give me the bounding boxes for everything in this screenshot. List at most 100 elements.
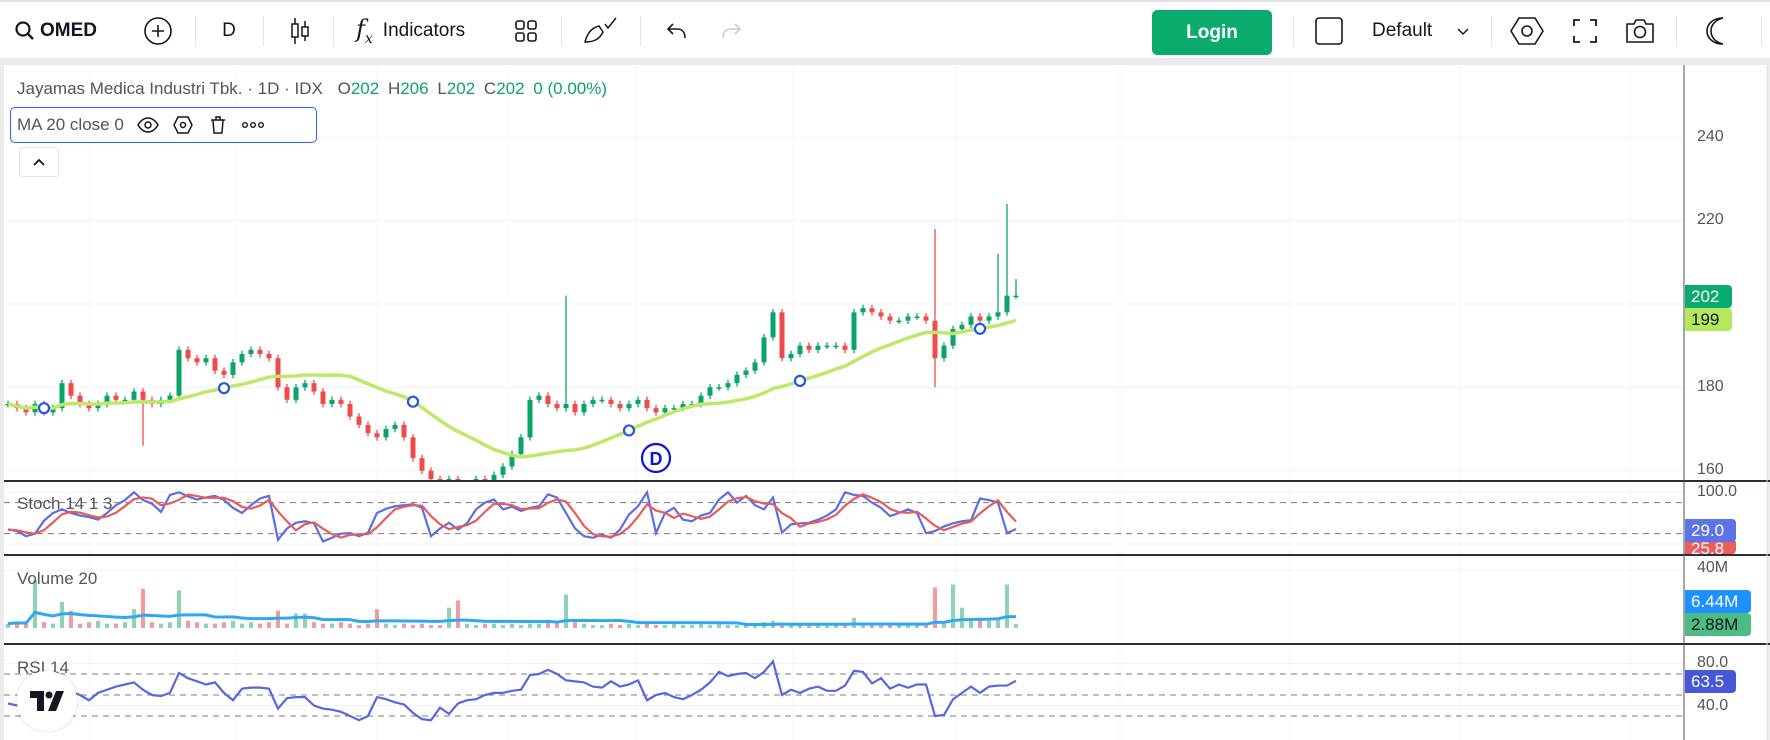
- candle: [410, 434, 416, 462]
- volume-bar: [240, 623, 244, 628]
- volume-bar: [618, 625, 622, 628]
- candle-body: [815, 345, 821, 350]
- candle: [815, 342, 821, 354]
- candle-body: [770, 312, 776, 338]
- volume-bar: [609, 623, 613, 628]
- candle: [725, 379, 731, 391]
- volume-bar: [150, 622, 154, 628]
- volume-bar: [348, 623, 352, 628]
- volume-bar: [213, 623, 217, 628]
- volume-bar: [51, 623, 55, 628]
- candle-body: [185, 349, 191, 359]
- candle-body: [959, 324, 965, 330]
- candle: [842, 342, 848, 354]
- candle: [779, 309, 785, 362]
- candle: [383, 425, 389, 441]
- candle: [554, 400, 560, 412]
- candle: [1013, 278, 1019, 299]
- candle: [743, 367, 749, 379]
- candle-body: [374, 433, 380, 438]
- candle: [806, 342, 812, 354]
- candle: [608, 396, 614, 408]
- eye-icon[interactable]: [136, 114, 159, 136]
- candle: [338, 396, 344, 408]
- candle-body: [806, 345, 812, 350]
- high-value: 206: [400, 79, 429, 98]
- candle: [734, 371, 740, 387]
- ma-label: MA 20 close 0: [17, 115, 124, 134]
- candle-body: [365, 424, 371, 434]
- volume-bar: [960, 607, 964, 628]
- open-value: 202: [350, 79, 380, 98]
- candle-body: [140, 391, 146, 400]
- candle: [644, 396, 650, 412]
- event-marker-icon: [37, 402, 51, 415]
- candle-body: [203, 358, 209, 363]
- candle-body: [500, 466, 506, 475]
- candle: [455, 475, 461, 480]
- rsi-badge: 63.5: [1685, 670, 1736, 693]
- volume-bar: [249, 622, 253, 628]
- candle-body: [716, 387, 722, 389]
- ma-value-badge: 199: [1685, 308, 1732, 331]
- candle: [590, 396, 596, 408]
- candle: [833, 342, 839, 350]
- candle-body: [914, 316, 920, 319]
- candle: [356, 413, 362, 429]
- candle-body: [833, 345, 839, 348]
- candle: [914, 313, 920, 320]
- candle-body: [995, 312, 1001, 317]
- candle: [905, 313, 911, 325]
- volume-bar: [42, 622, 46, 628]
- ma-indicator-legend[interactable]: MA 20 close 0: [10, 107, 317, 143]
- volume-bar: [555, 623, 559, 628]
- volume-bar: [177, 590, 181, 628]
- legend-interval: 1D: [257, 79, 280, 98]
- volume-badge: 2.88M: [1685, 613, 1751, 636]
- volume-bar: [204, 623, 208, 628]
- candles: [5, 203, 1019, 480]
- candle-body: [905, 316, 911, 321]
- settings-icon[interactable]: [172, 114, 194, 136]
- volume-bar: [888, 625, 892, 628]
- volume-bar: [654, 625, 658, 628]
- candle-body: [824, 345, 830, 348]
- candle-body: [671, 408, 677, 410]
- candle: [302, 379, 308, 391]
- candle-body: [752, 362, 758, 371]
- candle-body: [257, 349, 263, 355]
- candle-body: [338, 399, 344, 405]
- volume-bar: [447, 607, 451, 628]
- trash-icon[interactable]: [207, 114, 229, 136]
- candle-body: [941, 345, 947, 359]
- candle-body: [977, 316, 983, 321]
- candle: [248, 346, 254, 358]
- tradingview-logo[interactable]: [17, 671, 77, 731]
- close-label: C: [483, 79, 497, 98]
- volume-bar: [132, 609, 136, 628]
- candle: [311, 379, 317, 395]
- candle: [347, 400, 353, 420]
- candle: [203, 354, 209, 366]
- volume-bar: [366, 623, 370, 628]
- volume-bar: [168, 622, 172, 628]
- volume-bar: [105, 623, 109, 628]
- more-icon[interactable]: [241, 114, 264, 136]
- volume-bar: [663, 625, 667, 628]
- candle: [869, 304, 875, 316]
- candle-body: [320, 391, 326, 405]
- stoch-d-line: [7, 493, 1017, 539]
- candle-body: [572, 404, 578, 413]
- candle: [923, 313, 929, 325]
- candle-body: [725, 383, 731, 388]
- event-marker-icon: [793, 374, 807, 387]
- volume-bar: [267, 622, 271, 628]
- legend-dot: ·: [247, 79, 253, 98]
- collapse-legend-button[interactable]: [19, 147, 59, 177]
- candle-body: [635, 399, 641, 405]
- candle-body: [644, 399, 650, 409]
- candle-body: [617, 404, 623, 409]
- volume-bar: [546, 622, 550, 628]
- candle: [257, 346, 263, 358]
- open-label: O: [337, 79, 351, 98]
